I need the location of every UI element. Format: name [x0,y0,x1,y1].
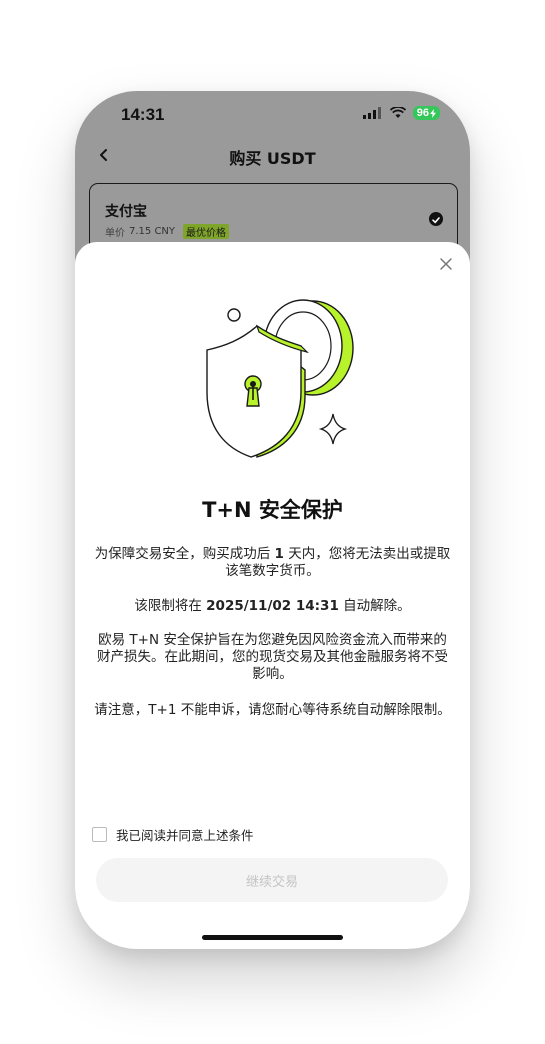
modal-title: T+N 安全保护 [202,498,343,522]
tn-protection-sheet: T+N 安全保护 为保障交易安全，购买成功后 1 天内，您将无法卖出或提取该笔数… [75,242,470,949]
modal-paragraph-4: 请注意，T+1 不能申诉，请您耐心等待系统自动解除限制。 [94,702,451,718]
p1-text-a: 为保障交易安全，购买成功后 [94,546,275,562]
agree-label: 我已阅读并同意上述条件 [116,828,254,843]
payment-method-name: 支付宝 [105,204,147,220]
p1-days: 1 [274,546,284,562]
unit-price: 单价 7.15 CNY 最优价格 [105,224,230,239]
modal-paragraph-3: 欧易 T+N 安全保护旨在为您避免因风险资金流入而带来的财产损失。在此期间，您的… [97,632,448,682]
close-icon [440,258,452,270]
close-button[interactable] [438,256,454,272]
charging-icon [430,108,436,118]
best-price-badge: 最优价格 [183,224,230,239]
modal-paragraph-1: 为保障交易安全，购买成功后 1 天内，您将无法卖出或提取该笔数字货币。 [93,546,452,580]
agree-checkbox[interactable] [92,827,107,842]
p2-unlock-time: 2025/11/02 14:31 [206,598,339,614]
shield-lock-illustration [206,299,354,458]
agree-terms-row[interactable]: 我已阅读并同意上述条件 [92,825,254,844]
wifi-icon [389,107,406,118]
nav-bar: 购买 USDT [75,141,470,171]
status-icons: 96 [362,106,440,120]
unit-price-label: 单价 [105,228,125,239]
p2-text-a: 该限制将在 [134,598,207,614]
page-title: 购买 USDT [229,149,316,168]
battery-indicator: 96 [412,106,440,120]
continue-trade-button[interactable]: 继续交易 [96,858,448,902]
p2-text-c: 自动解除。 [338,598,411,614]
unit-price-value: 7.15 CNY [129,226,176,237]
home-indicator [202,935,343,940]
battery-level: 96 [416,107,429,119]
phone-screen: 14:31 96 购买 USDT 支付宝 单价 7.15 CNY 最优价格 T+… [75,91,470,949]
modal-paragraph-2: 该限制将在 2025/11/02 14:31 自动解除。 [93,598,452,615]
status-time: 14:31 [121,105,165,124]
selected-check-icon [429,212,443,226]
signal-icon [362,107,381,119]
